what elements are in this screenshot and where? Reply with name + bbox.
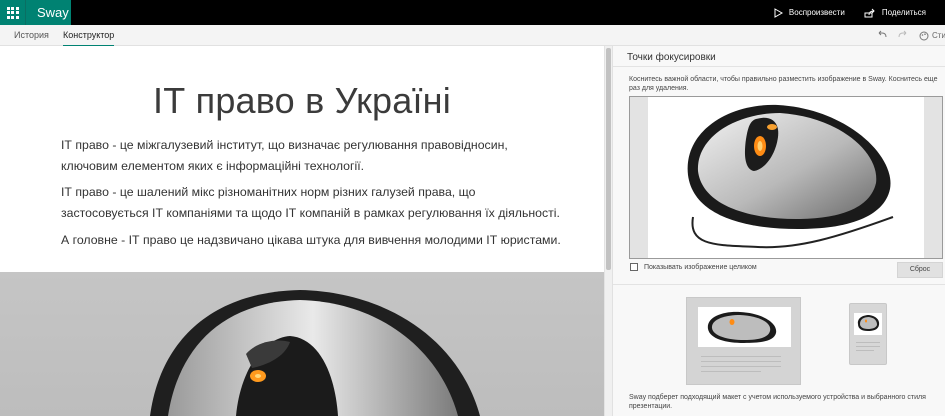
hero-image[interactable] bbox=[0, 272, 604, 416]
placeholder-line bbox=[856, 346, 880, 347]
focus-points-pane: Точки фокусировки Коснитесь важной облас… bbox=[612, 46, 945, 416]
app-launcher-icon bbox=[6, 6, 19, 19]
checkbox-label: Показывать изображение целиком bbox=[644, 263, 757, 271]
preview-scrollbar[interactable] bbox=[604, 46, 612, 416]
paragraph-1[interactable]: ІТ право - це міжгалузевий інститут, що … bbox=[61, 135, 561, 177]
pane-footer: Sway подберет подходящий макет с учетом … bbox=[629, 394, 926, 410]
tab-history[interactable]: История bbox=[14, 25, 49, 46]
placeholder-line bbox=[701, 371, 761, 372]
mobile-layout-preview bbox=[849, 303, 887, 365]
focus-image-frame bbox=[629, 96, 943, 259]
play-label: Воспроизвести bbox=[788, 8, 845, 17]
pane-hint: Коснитесь важной области, чтобы правильн… bbox=[629, 76, 938, 92]
share-label: Поделиться bbox=[881, 8, 926, 17]
reset-button[interactable]: Сброс bbox=[897, 262, 943, 278]
app-name[interactable]: Sway bbox=[25, 0, 71, 25]
mobile-preview-image bbox=[854, 313, 882, 335]
page-title[interactable]: ІТ право в Україні bbox=[0, 80, 604, 122]
styles-icon bbox=[919, 31, 929, 40]
desktop-preview-image bbox=[698, 307, 791, 347]
styles-label: Сти bbox=[932, 31, 945, 40]
share-icon bbox=[864, 8, 875, 17]
divider bbox=[613, 66, 945, 67]
pane-title: Точки фокусировки bbox=[627, 52, 716, 63]
paragraph-2[interactable]: ІТ право - це шалений мікс різноманітних… bbox=[61, 182, 561, 224]
show-full-image-checkbox[interactable] bbox=[630, 263, 638, 271]
mouse-image bbox=[687, 104, 894, 249]
redo-icon[interactable] bbox=[897, 29, 909, 41]
play-button[interactable]: Воспроизвести bbox=[774, 0, 845, 25]
share-button[interactable]: Поделиться bbox=[864, 0, 926, 25]
placeholder-line bbox=[856, 350, 874, 351]
placeholder-line bbox=[701, 366, 781, 367]
focus-image[interactable] bbox=[648, 97, 924, 258]
scrollbar-thumb[interactable] bbox=[606, 48, 611, 270]
app-launcher-button[interactable] bbox=[0, 0, 25, 25]
undo-icon[interactable] bbox=[876, 29, 888, 41]
placeholder-line bbox=[701, 361, 781, 362]
placeholder-line bbox=[856, 342, 880, 343]
tab-bar: История Конструктор Сти bbox=[0, 25, 945, 47]
placeholder-line bbox=[701, 356, 781, 357]
mouse-image bbox=[150, 290, 480, 416]
show-full-image-checkbox-row[interactable]: Показывать изображение целиком bbox=[630, 263, 757, 271]
sway-preview: ІТ право в Україні ІТ право - це міжгалу… bbox=[0, 46, 604, 416]
tab-designer[interactable]: Конструктор bbox=[63, 25, 115, 47]
play-icon bbox=[774, 7, 783, 18]
desktop-layout-preview bbox=[686, 297, 801, 385]
top-actions: Воспроизвести Поделиться bbox=[774, 0, 945, 25]
top-bar: Sway Воспроизвести Поделиться bbox=[0, 0, 945, 25]
styles-button[interactable]: Сти bbox=[919, 25, 945, 46]
paragraph-3[interactable]: А головне - ІТ право це надзвичано цікав… bbox=[61, 230, 561, 251]
divider bbox=[613, 284, 945, 285]
